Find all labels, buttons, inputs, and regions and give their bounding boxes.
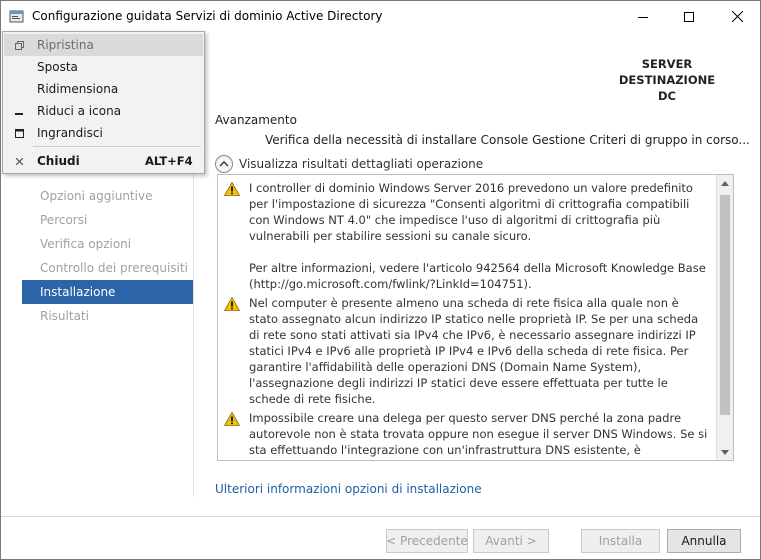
menu-item-label: Riduci a icona	[37, 104, 122, 118]
more-info-link[interactable]: Ulteriori informazioni opzioni di instal…	[215, 482, 482, 496]
message-text: Impossibile creare una delega per questo…	[249, 411, 708, 460]
wizard-footer: < Precedente Avanti > Installa Annulla	[1, 516, 760, 559]
progress-status: Verifica della necessità di installare C…	[265, 133, 750, 147]
result-message: Impossibile creare una delega per questo…	[218, 410, 717, 460]
nav-item-percorsi: Percorsi	[40, 213, 88, 227]
message-text: Per altre informazioni, vedere l'articol…	[249, 261, 706, 291]
restore-icon	[13, 39, 25, 51]
app-icon[interactable]	[9, 9, 25, 25]
details-toggle-label[interactable]: Visualizza risultati dettagliati operazi…	[239, 157, 483, 171]
scroll-down-arrow[interactable]	[717, 444, 733, 460]
menu-item-label: Chiudi	[37, 154, 80, 168]
system-menu: Ripristina Sposta Ridimensiona Riduci a …	[2, 31, 205, 174]
menu-item-label: Ripristina	[37, 38, 94, 52]
menu-item-ridimensiona[interactable]: Ridimensiona	[4, 78, 203, 100]
menu-separator	[33, 146, 201, 147]
chevron-up-icon[interactable]	[215, 155, 233, 173]
close-button[interactable]	[714, 1, 760, 32]
nav-item-verifica-opzioni: Verifica opzioni	[40, 237, 132, 251]
nav-item-controllo-prerequisiti: Controllo dei prerequisiti	[40, 261, 188, 275]
minimize-icon	[13, 105, 25, 117]
nav-item-risultati: Risultati	[40, 309, 89, 323]
menu-item-sposta[interactable]: Sposta	[4, 56, 203, 78]
install-button[interactable]: Installa	[581, 529, 660, 553]
maximize-icon	[684, 11, 694, 22]
close-icon	[13, 155, 25, 167]
window-title: Configurazione guidata Servizi di domini…	[32, 9, 383, 23]
results-list: I controller di dominio Windows Server 2…	[218, 175, 717, 460]
nav-item-opzioni-aggiuntive: Opzioni aggiuntive	[40, 189, 153, 203]
previous-button[interactable]: < Precedente	[386, 529, 468, 553]
maximize-icon	[13, 127, 25, 139]
menu-item-label: Ridimensiona	[37, 82, 119, 96]
menu-item-label: Ingrandisci	[37, 126, 103, 140]
menu-item-shortcut: ALT+F4	[145, 154, 193, 168]
scroll-up-icon	[721, 180, 729, 186]
menu-item-label: Sposta	[37, 60, 78, 74]
next-button[interactable]: Avanti >	[473, 529, 549, 553]
nav-item-installazione[interactable]: Installazione	[22, 280, 193, 304]
menu-item-ingrandisci[interactable]: Ingrandisci	[4, 122, 203, 144]
minimize-icon	[638, 16, 648, 18]
warning-icon	[223, 411, 241, 430]
message-text: I controller di dominio Windows Server 2…	[249, 181, 693, 243]
scroll-down-icon	[721, 449, 729, 455]
menu-item-riduci-a-icona[interactable]: Riduci a icona	[4, 100, 203, 122]
result-message: Nel computer è presente almeno una sched…	[218, 295, 717, 407]
destination-server-name: DC	[658, 89, 676, 103]
title-bar[interactable]: Configurazione guidata Servizi di domini…	[1, 1, 760, 32]
progress-label: Avanzamento	[215, 113, 297, 127]
warning-icon	[223, 296, 241, 315]
menu-item-ripristina[interactable]: Ripristina	[4, 34, 203, 56]
maximize-button[interactable]	[666, 1, 712, 32]
close-icon	[731, 11, 743, 22]
cancel-button[interactable]: Annulla	[667, 529, 741, 553]
destination-server-title: SERVER DESTINAZIONE	[618, 57, 716, 87]
results-panel[interactable]: I controller di dominio Windows Server 2…	[217, 174, 734, 461]
details-toggle[interactable]: Visualizza risultati dettagliati operazi…	[215, 155, 483, 173]
destination-server-label: SERVER DESTINAZIONE DC	[592, 56, 742, 104]
message-text: Nel computer è presente almeno una sched…	[249, 296, 699, 406]
warning-icon	[223, 181, 241, 200]
menu-item-chiudi[interactable]: Chiudi ALT+F4	[4, 150, 203, 172]
result-message: I controller di dominio Windows Server 2…	[218, 180, 717, 292]
results-scrollbar[interactable]	[716, 175, 733, 460]
minimize-button[interactable]	[620, 1, 666, 32]
scroll-up-arrow[interactable]	[717, 175, 733, 191]
scroll-thumb[interactable]	[720, 195, 730, 415]
